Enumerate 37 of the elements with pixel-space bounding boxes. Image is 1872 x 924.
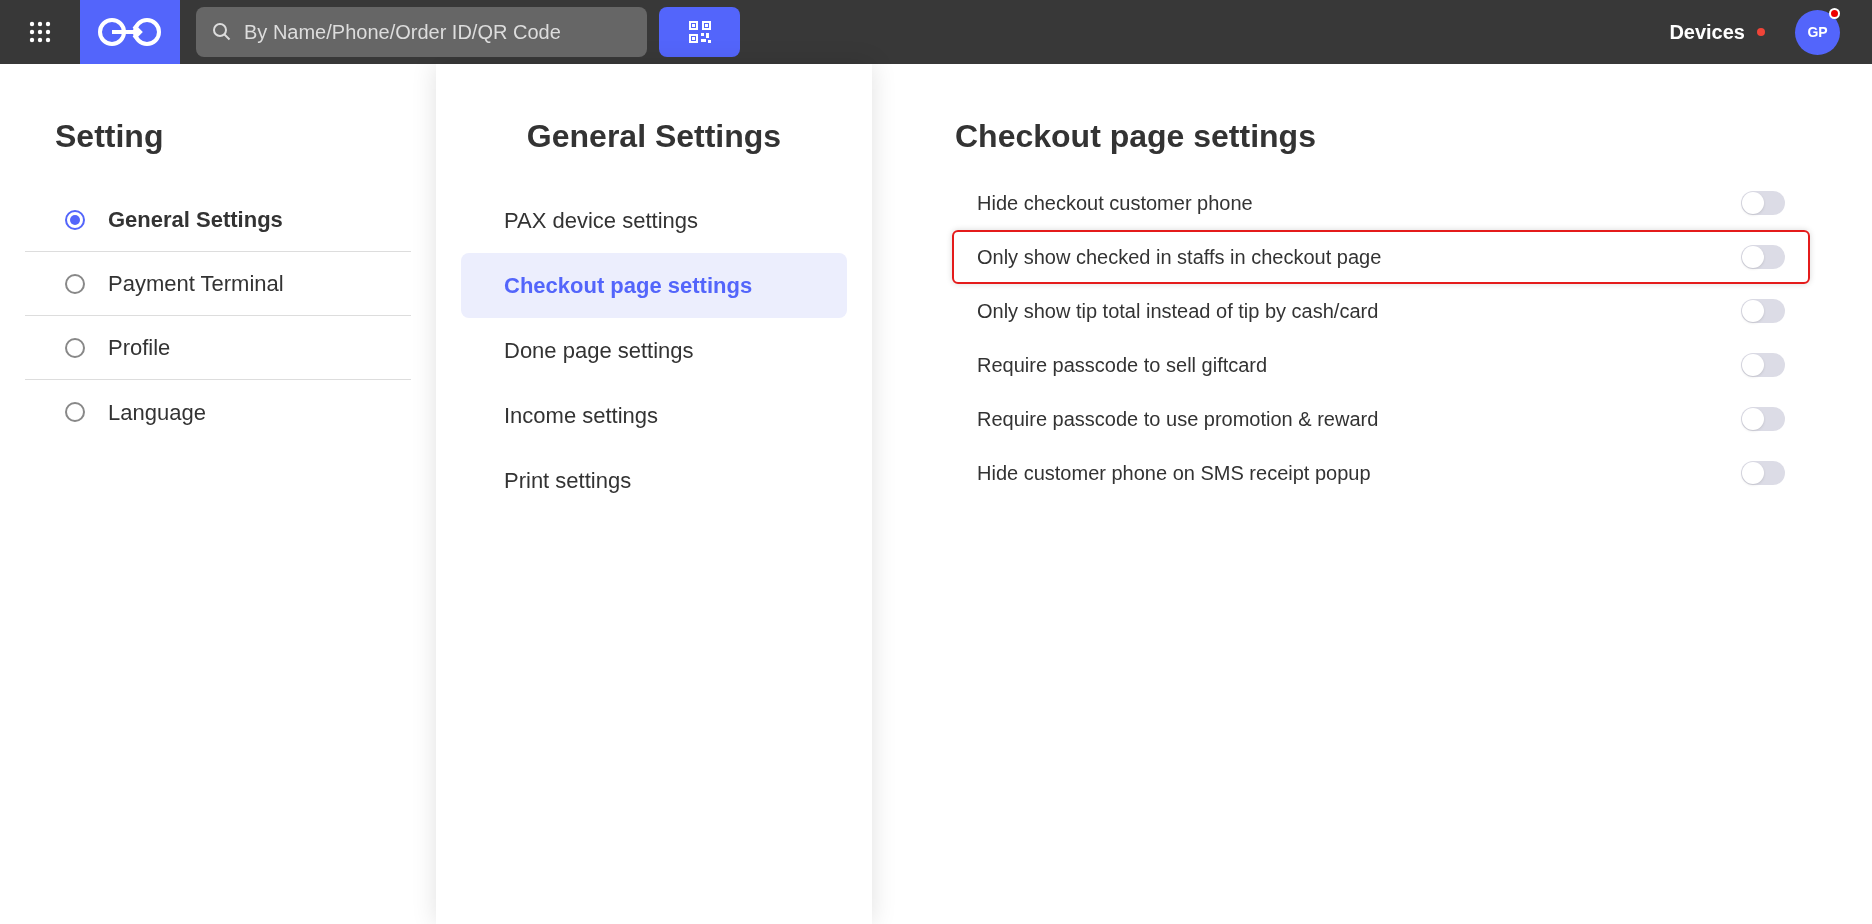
panel-title: General Settings [525,117,783,156]
submenu-item[interactable]: Done page settings [461,318,847,383]
sidebar-item[interactable]: Language [25,380,411,444]
devices-link[interactable]: Devices [1669,17,1745,47]
submenu-item[interactable]: PAX device settings [461,188,847,253]
toggle-switch[interactable] [1741,461,1785,485]
toggle-switch[interactable] [1741,299,1785,323]
user-avatar[interactable]: GP [1795,9,1840,55]
toggle-switch[interactable] [1741,353,1785,377]
setting-label: Hide customer phone on SMS receipt popup [977,461,1371,486]
section-title: Checkout page settings [955,117,1317,156]
menu-icon [29,21,51,43]
radio-button[interactable] [65,402,85,422]
sidebar-item[interactable]: Profile [25,316,411,380]
radio-button[interactable] [65,209,85,230]
submenu-item[interactable]: Checkout page settings [461,253,847,318]
sidebar-item[interactable]: General Settings [25,188,411,252]
toggle-switch[interactable] [1741,407,1785,431]
panel-title: Setting [55,117,165,156]
search-icon [212,22,232,42]
submenu-item[interactable]: Income settings [461,383,847,448]
search-field[interactable]: By Name/Phone/Order ID/QR Code [196,7,647,57]
setting-label: Require passcode to sell giftcard [977,353,1268,378]
logo[interactable] [80,0,180,64]
radio-button[interactable] [65,273,85,294]
qr-scan-button[interactable] [659,7,740,57]
radio-button[interactable] [65,337,85,358]
setting-label: Require passcode to use promotion & reward [977,407,1379,432]
toggle-switch[interactable] [1741,245,1785,269]
sidebar-item[interactable]: Payment Terminal [25,252,411,316]
setting-label: Only show checked in staffs in checkout page [977,245,1382,270]
qr-code-icon [688,21,711,43]
setting-label: Only show tip total instead of tip by cash/card [977,299,1379,324]
toggle-switch[interactable] [1741,191,1785,215]
logo-icon [96,17,164,47]
submenu-item[interactable]: Print settings [461,448,847,513]
setting-label: Hide checkout customer phone [977,191,1253,216]
